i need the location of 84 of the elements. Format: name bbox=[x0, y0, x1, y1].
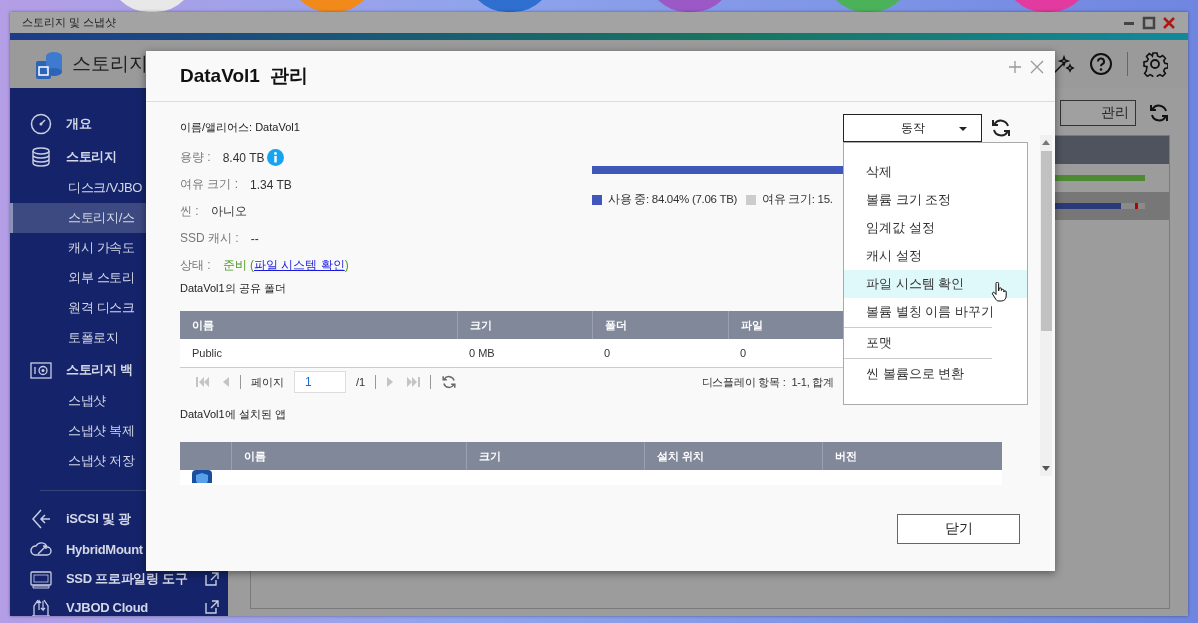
display-count: 디스플레이 항목 : 1-1, 합계 bbox=[701, 374, 834, 390]
sidebar-item[interactable]: HybridMount bbox=[66, 541, 143, 557]
field-value: 8.40 TB bbox=[222, 150, 265, 165]
page-total: /1 bbox=[356, 376, 366, 388]
sidebar-item[interactable]: 원격 디스크 bbox=[68, 299, 135, 317]
help-icon[interactable] bbox=[1089, 52, 1113, 76]
sidebar-item[interactable]: 토폴로지 bbox=[68, 329, 119, 347]
sidebar-item[interactable]: 외부 스토리 bbox=[68, 269, 135, 287]
section-title: DataVol1에 설치된 앱 bbox=[180, 407, 287, 422]
column-header[interactable]: 크기 bbox=[457, 311, 592, 339]
gauge-icon bbox=[30, 112, 52, 135]
scrollbar[interactable] bbox=[1040, 135, 1052, 476]
header-cell bbox=[180, 442, 231, 470]
ssd-icon bbox=[30, 568, 52, 590]
field-label: 용량 : bbox=[180, 149, 211, 166]
page-field[interactable]: 1 bbox=[294, 371, 346, 393]
sidebar-item[interactable]: 스냅샷 bbox=[68, 392, 107, 410]
field-label: 씬 : bbox=[180, 203, 199, 220]
column-header[interactable]: 크기 bbox=[466, 442, 644, 470]
field-value: 1.34 TB bbox=[250, 177, 292, 192]
table-cell: 0 bbox=[592, 339, 728, 368]
sidebar-item[interactable]: 스냅샷 복제 bbox=[68, 422, 135, 440]
close-button[interactable]: 닫기 bbox=[897, 513, 1020, 544]
sidebar-item[interactable]: iSCSI 및 광 bbox=[66, 510, 131, 528]
scroll-down-icon[interactable] bbox=[1042, 466, 1050, 472]
column-header[interactable]: 버전 bbox=[822, 442, 1002, 470]
sidebar-item[interactable]: 디스크/VJBO bbox=[68, 179, 143, 197]
sidebar-item[interactable]: VJBOD Cloud bbox=[66, 599, 148, 615]
refresh-icon[interactable] bbox=[990, 117, 1012, 139]
field-value: 아니오 bbox=[210, 203, 247, 220]
page-label: 페이지 bbox=[251, 374, 284, 390]
sidebar-item[interactable]: 스냅샷 저장 bbox=[68, 452, 135, 470]
legend-swatch bbox=[592, 194, 602, 205]
refresh-icon[interactable] bbox=[1148, 102, 1170, 124]
maximize-icon[interactable] bbox=[1142, 15, 1156, 30]
sidebar-item[interactable]: 스토리지 백 bbox=[66, 360, 133, 379]
status-value: 준비 (파일 시스템 확인) bbox=[222, 257, 349, 274]
menu-item[interactable]: 캐시 설정 bbox=[844, 242, 1027, 270]
legend-label: 사용 중: 84.04% (7.06 TB) bbox=[608, 192, 738, 207]
table-cell: 0 MB bbox=[457, 339, 592, 368]
close-icon[interactable] bbox=[1162, 15, 1176, 30]
plus-icon[interactable] bbox=[1007, 59, 1023, 75]
menu-item[interactable]: 볼륨 크기 조정 bbox=[844, 186, 1027, 214]
manage-button[interactable]: 관리 bbox=[1060, 100, 1136, 126]
settings-icon[interactable] bbox=[1142, 51, 1168, 77]
legend-swatch bbox=[746, 194, 757, 205]
alias-text: 이름/앨리어스: DataVol1 bbox=[180, 121, 300, 133]
first-page-icon[interactable] bbox=[196, 376, 210, 388]
diamond-arrow-icon bbox=[30, 508, 52, 530]
sidebar-item[interactable]: 캐시 가속도 bbox=[68, 239, 135, 257]
column-header[interactable]: 이름 bbox=[180, 311, 457, 339]
field-label: SSD 캐시 : bbox=[180, 230, 239, 247]
check-file-system-link[interactable]: 파일 시스템 확인 bbox=[254, 258, 345, 272]
column-header[interactable]: 폴더 bbox=[592, 311, 728, 339]
last-page-icon[interactable] bbox=[406, 376, 421, 388]
section-title: DataVol1의 공유 폴더 bbox=[180, 281, 287, 296]
sidebar-item[interactable]: 개요 bbox=[66, 114, 92, 133]
external-link-icon bbox=[204, 571, 220, 587]
dialog-title: DataVol1 관리 bbox=[180, 64, 309, 88]
field-label: 여유 크기 : bbox=[180, 176, 238, 193]
app-title: 스토리지 bbox=[72, 52, 148, 76]
menu-item[interactable]: 삭제 bbox=[844, 158, 1027, 186]
info-icon[interactable] bbox=[267, 149, 285, 166]
sidebar-item[interactable]: SSD 프로파일링 도구 bbox=[66, 570, 188, 588]
field-value: -- bbox=[250, 231, 259, 246]
column-header[interactable]: 설치 위치 bbox=[644, 442, 822, 470]
field-label: 상태 : bbox=[180, 257, 211, 274]
database-icon bbox=[30, 145, 52, 168]
caret-icon bbox=[959, 127, 967, 131]
legend-label: 여유 크기: 15. bbox=[762, 192, 833, 207]
external-link-icon bbox=[204, 599, 220, 615]
close-icon[interactable] bbox=[1029, 59, 1045, 75]
menu-item[interactable]: 파일 시스템 확인 bbox=[844, 270, 1027, 298]
menu-item[interactable]: 임계값 설정 bbox=[844, 214, 1027, 242]
window-title: 스토리지 및 스냅샷 bbox=[22, 15, 117, 30]
hand-cursor-icon bbox=[991, 282, 1007, 302]
column-header[interactable]: 이름 bbox=[231, 442, 466, 470]
menu-item[interactable]: 볼륨 별칭 이름 바꾸기 bbox=[844, 298, 1027, 326]
action-dropdown[interactable]: 동작 bbox=[843, 114, 982, 142]
sidebar-item[interactable]: 스토리지 bbox=[66, 147, 117, 166]
table-cell: Public bbox=[180, 339, 457, 368]
shield-app-icon[interactable] bbox=[192, 470, 212, 483]
sidebar-item[interactable]: 스토리지/스 bbox=[68, 209, 135, 227]
scroll-up-icon[interactable] bbox=[1042, 139, 1050, 145]
